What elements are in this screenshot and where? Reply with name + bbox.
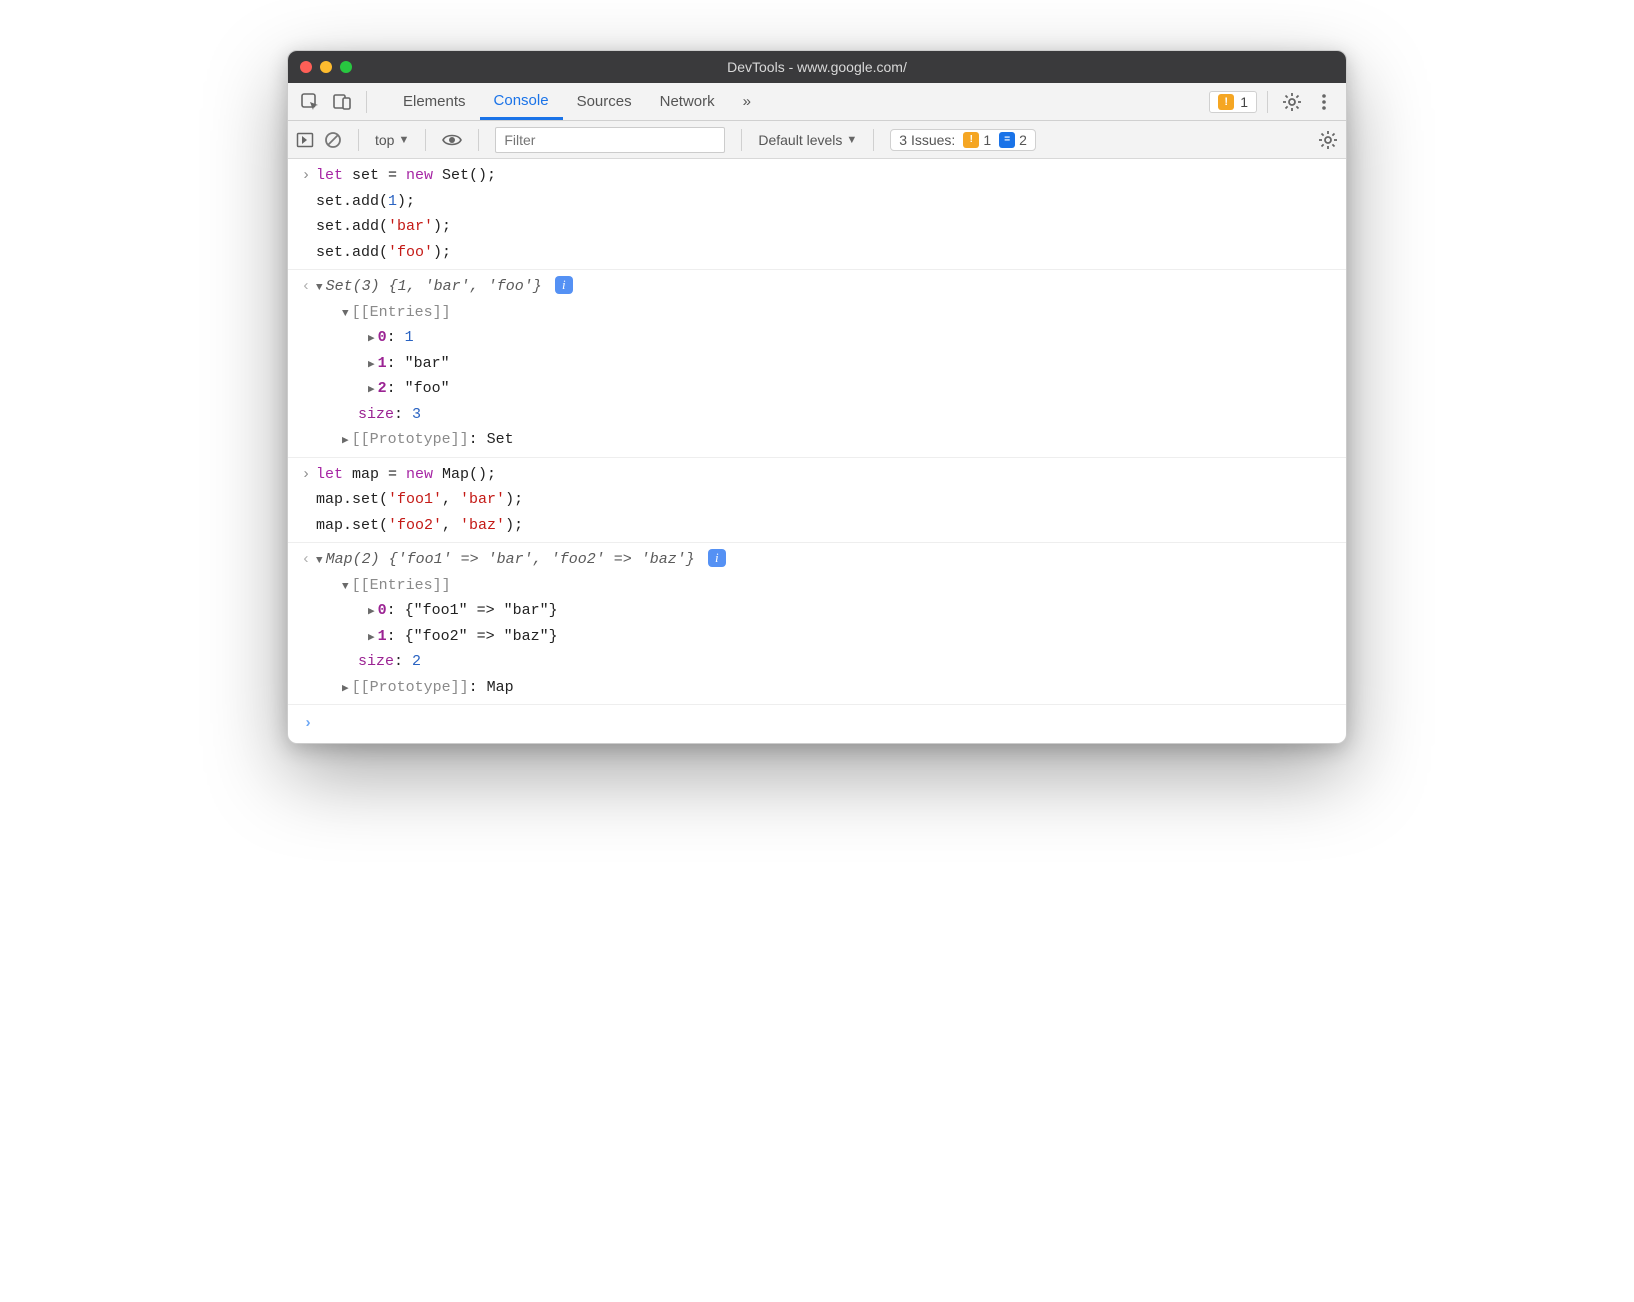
console-input-code: let map = new Map();map.set('foo1', 'bar…	[316, 462, 1336, 539]
live-expression-eye-icon[interactable]	[442, 130, 462, 150]
expand-toggle-icon[interactable]	[368, 351, 375, 377]
expand-toggle-icon[interactable]	[368, 325, 375, 351]
info-badge-icon[interactable]: i	[708, 549, 726, 567]
console-prompt[interactable]: ›	[288, 705, 1346, 743]
separator	[1267, 91, 1268, 113]
log-levels-label: Default levels	[758, 132, 842, 148]
tab-sources[interactable]: Sources	[563, 83, 646, 120]
expand-toggle-icon[interactable]	[368, 624, 375, 650]
filter-input[interactable]	[495, 127, 725, 153]
console-settings-gear-icon[interactable]	[1318, 130, 1338, 150]
input-prompt-icon: ›	[298, 711, 318, 737]
console-result-row[interactable]: ‹ Set(3) {1, 'bar', 'foo'} i[[Entries]]0…	[288, 270, 1346, 458]
chevron-down-icon: ▼	[398, 134, 409, 146]
separator	[873, 129, 874, 151]
console-result-object: Map(2) {'foo1' => 'bar', 'foo2' => 'baz'…	[316, 547, 1336, 700]
tab-elements[interactable]: Elements	[389, 83, 480, 120]
console-output: › let set = new Set();set.add(1);set.add…	[288, 159, 1346, 743]
issues-warn-chip: !1	[963, 132, 991, 148]
separator	[478, 129, 479, 151]
titlebar: DevTools - www.google.com/	[288, 51, 1346, 83]
info-badge-icon[interactable]: i	[555, 276, 573, 294]
clear-console-icon[interactable]	[324, 131, 342, 149]
console-result-object: Set(3) {1, 'bar', 'foo'} i[[Entries]]0: …	[316, 274, 1336, 453]
warnings-badge[interactable]: ! 1	[1209, 91, 1257, 113]
console-input-row[interactable]: › let map = new Map();map.set('foo1', 'b…	[288, 458, 1346, 544]
maximize-window-button[interactable]	[340, 61, 352, 73]
expand-toggle-icon[interactable]	[342, 427, 349, 453]
tab-overflow[interactable]: »	[729, 83, 765, 120]
issues-label: 3 Issues:	[899, 132, 955, 148]
close-window-button[interactable]	[300, 61, 312, 73]
main-toolbar: Elements Console Sources Network » ! 1	[288, 83, 1346, 121]
devtools-window: DevTools - www.google.com/ Elements Cons…	[287, 50, 1347, 744]
execution-context-dropdown[interactable]: top ▼	[375, 132, 409, 148]
execution-context-label: top	[375, 132, 394, 148]
expand-toggle-icon[interactable]	[368, 376, 375, 402]
console-input-code: let set = new Set();set.add(1);set.add('…	[316, 163, 1336, 265]
console-toolbar: top ▼ Default levels ▼ 3 Issues: !1 =2	[288, 121, 1346, 159]
separator	[741, 129, 742, 151]
chevron-down-icon: ▼	[846, 134, 857, 146]
issues-info-chip: =2	[999, 132, 1027, 148]
issues-summary[interactable]: 3 Issues: !1 =2	[890, 129, 1036, 151]
expand-toggle-icon[interactable]	[342, 675, 349, 701]
settings-gear-icon[interactable]	[1278, 88, 1306, 116]
input-prompt-icon: ›	[296, 163, 316, 265]
console-input-empty[interactable]	[318, 711, 1336, 737]
window-title: DevTools - www.google.com/	[288, 59, 1346, 75]
console-result-row[interactable]: ‹ Map(2) {'foo1' => 'bar', 'foo2' => 'ba…	[288, 543, 1346, 705]
log-levels-dropdown[interactable]: Default levels ▼	[758, 132, 857, 148]
expand-toggle-icon[interactable]	[316, 274, 323, 300]
output-indicator-icon: ‹	[296, 547, 316, 700]
inspect-element-icon[interactable]	[296, 88, 324, 116]
console-input-row[interactable]: › let set = new Set();set.add(1);set.add…	[288, 159, 1346, 270]
info-icon: =	[999, 132, 1015, 148]
tab-console[interactable]: Console	[480, 83, 563, 120]
warning-icon: !	[963, 132, 979, 148]
separator	[366, 91, 367, 113]
warning-icon: !	[1218, 94, 1234, 110]
expand-toggle-icon[interactable]	[342, 573, 349, 599]
warnings-count: 1	[1240, 94, 1248, 110]
expand-toggle-icon[interactable]	[342, 300, 349, 326]
expand-toggle-icon[interactable]	[316, 547, 323, 573]
separator	[358, 129, 359, 151]
kebab-menu-icon[interactable]	[1310, 88, 1338, 116]
input-prompt-icon: ›	[296, 462, 316, 539]
device-toggle-icon[interactable]	[328, 88, 356, 116]
toggle-sidebar-icon[interactable]	[296, 131, 314, 149]
minimize-window-button[interactable]	[320, 61, 332, 73]
output-indicator-icon: ‹	[296, 274, 316, 453]
window-controls	[300, 61, 352, 73]
tab-network[interactable]: Network	[646, 83, 729, 120]
expand-toggle-icon[interactable]	[368, 598, 375, 624]
separator	[425, 129, 426, 151]
panel-tabs: Elements Console Sources Network »	[389, 83, 765, 120]
